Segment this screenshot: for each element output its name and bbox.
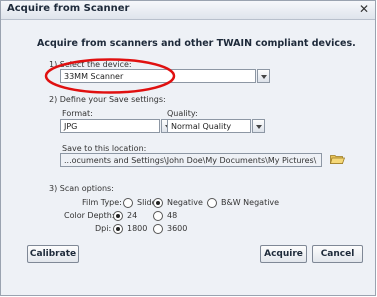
- chevron-down-icon[interactable]: [257, 69, 270, 83]
- scan-options-label: 3) Scan options:: [49, 184, 114, 193]
- film-type-bw-negative-radio[interactable]: [207, 198, 217, 208]
- dpi-1800-radio[interactable]: [113, 224, 123, 234]
- dpi-3600-label: 3600: [167, 224, 188, 233]
- dpi-3600-radio[interactable]: [153, 224, 163, 234]
- color-depth-48-label: 48: [167, 211, 178, 220]
- color-depth-label: Color Depth:: [64, 211, 115, 220]
- format-label: Format:: [62, 109, 93, 118]
- cancel-button[interactable]: Cancel: [312, 245, 363, 263]
- acquire-dialog: Acquire from Scanner ✕ Acquire from scan…: [0, 0, 376, 296]
- film-type-label: Film Type:: [82, 198, 122, 207]
- device-select[interactable]: 33MM Scanner: [60, 69, 256, 83]
- calibrate-button[interactable]: Calibrate: [27, 245, 79, 263]
- dialog-heading: Acquire from scanners and other TWAIN co…: [37, 38, 356, 49]
- dpi-1800-label: 1800: [127, 224, 148, 233]
- film-type-negative-radio[interactable]: [153, 198, 163, 208]
- save-settings-label: 2) Define your Save settings:: [49, 95, 166, 104]
- title-bar: Acquire from Scanner ✕: [1, 1, 375, 20]
- folder-icon[interactable]: [330, 154, 345, 164]
- quality-label: Quality:: [167, 109, 198, 118]
- color-depth-24-label: 24: [127, 211, 138, 220]
- acquire-button[interactable]: Acquire: [260, 245, 307, 263]
- color-depth-24-radio[interactable]: [113, 211, 123, 221]
- film-type-slide-radio[interactable]: [123, 198, 133, 208]
- close-icon[interactable]: ✕: [359, 2, 369, 16]
- location-field[interactable]: ...ocuments and Settings\John Doe\My Doc…: [60, 153, 322, 167]
- quality-select[interactable]: Normal Quality: [167, 119, 251, 133]
- device-label: 1) Select the device:: [49, 60, 132, 69]
- window-title: Acquire from Scanner: [7, 3, 130, 14]
- location-label: Save to this location:: [62, 144, 147, 153]
- dpi-label: Dpi:: [95, 224, 112, 233]
- format-select[interactable]: JPG: [60, 119, 160, 133]
- chevron-down-icon[interactable]: [252, 119, 265, 133]
- film-type-negative-label: Negative: [167, 198, 203, 207]
- color-depth-48-radio[interactable]: [153, 211, 163, 221]
- film-type-bw-negative-label: B&W Negative: [221, 198, 280, 207]
